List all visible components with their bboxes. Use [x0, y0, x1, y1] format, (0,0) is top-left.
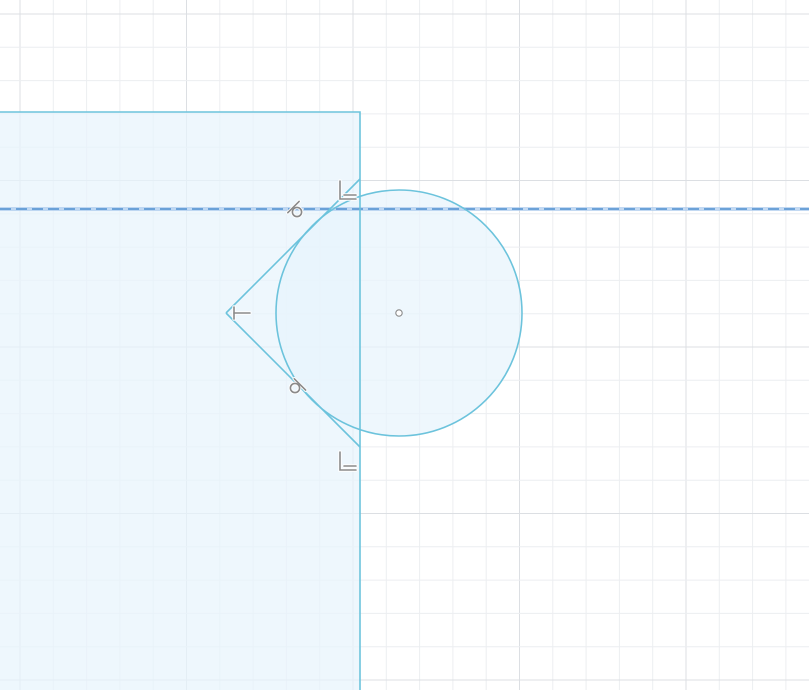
circle-center-point[interactable]: [395, 309, 403, 317]
sketch-canvas[interactable]: [0, 0, 809, 690]
rectangle-profile[interactable]: [0, 112, 360, 690]
